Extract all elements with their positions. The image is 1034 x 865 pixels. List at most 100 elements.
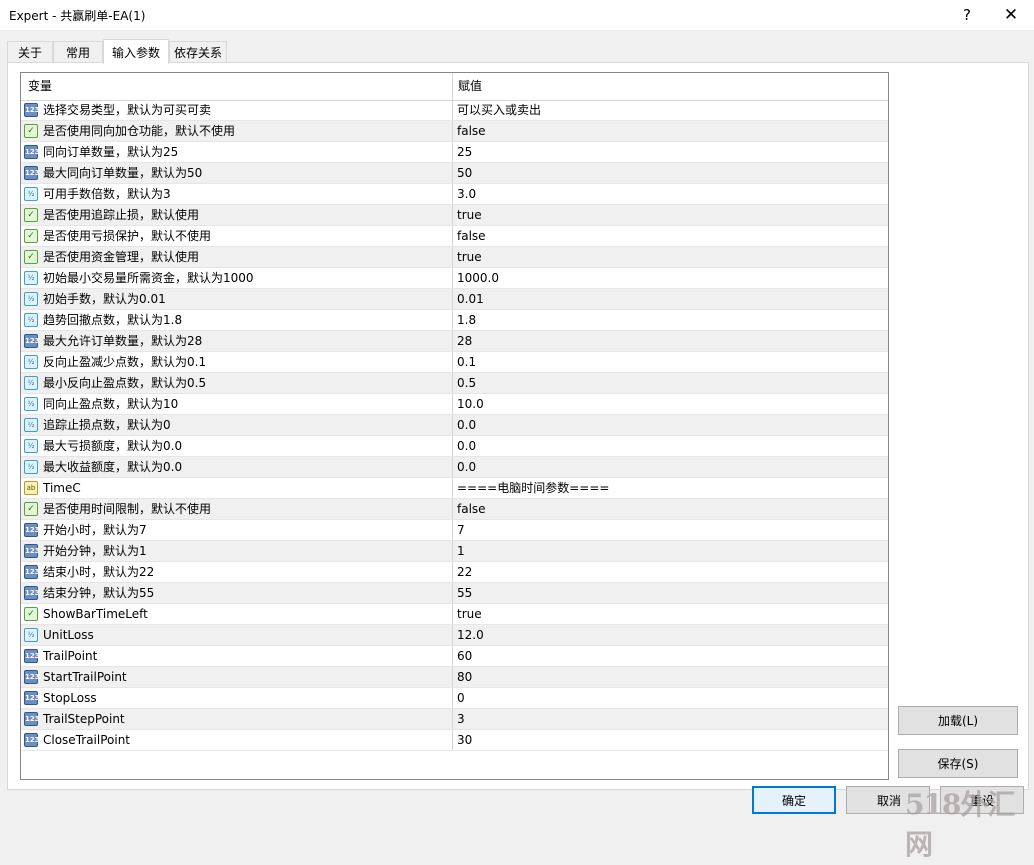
variable-cell[interactable]: 123 StartTrailPoint — [21, 667, 453, 687]
variable-cell[interactable]: 123 最大同向订单数量，默认为50 — [21, 163, 453, 183]
variable-cell[interactable]: 123 CloseTrailPoint — [21, 730, 453, 750]
variable-cell[interactable]: 123 结束分钟，默认为55 — [21, 583, 453, 603]
save-button[interactable]: 保存(S) — [898, 749, 1018, 778]
tab-inputs[interactable]: 输入参数 — [103, 39, 169, 64]
value-cell[interactable]: false — [453, 226, 888, 246]
variable-cell[interactable]: ½ 同向止盈点数，默认为10 — [21, 394, 453, 414]
value-cell[interactable]: 可以买入或卖出 — [453, 100, 888, 120]
tab-dependencies[interactable]: 依存关系 — [169, 41, 227, 62]
variable-cell[interactable]: 123 开始小时，默认为7 — [21, 520, 453, 540]
table-row[interactable]: 123 StartTrailPoint 80 — [21, 667, 888, 688]
table-row[interactable]: ✓ 是否使用时间限制，默认不使用 false — [21, 499, 888, 520]
value-cell[interactable]: 60 — [453, 646, 888, 666]
value-cell[interactable]: 80 — [453, 667, 888, 687]
variable-cell[interactable]: 123 StopLoss — [21, 688, 453, 708]
value-cell[interactable]: 3 — [453, 709, 888, 729]
table-row[interactable]: ½ 最大收益额度，默认为0.0 0.0 — [21, 457, 888, 478]
parameter-table[interactable]: 变量 赋值 123 选择交易类型，默认为可买可卖 可以买入或卖出 ✓ 是否使用同向加仓功… — [20, 72, 889, 780]
value-cell[interactable]: 0.0 — [453, 457, 888, 477]
variable-cell[interactable]: 123 最大允许订单数量，默认为28 — [21, 331, 453, 351]
table-row[interactable]: ½ 最大亏损额度，默认为0.0 0.0 — [21, 436, 888, 457]
variable-cell[interactable]: ✓ 是否使用亏损保护，默认不使用 — [21, 226, 453, 246]
table-row[interactable]: ½ 反向止盈减少点数，默认为0.1 0.1 — [21, 352, 888, 373]
table-row[interactable]: ½ 同向止盈点数，默认为10 10.0 — [21, 394, 888, 415]
load-button[interactable]: 加载(L) — [898, 706, 1018, 735]
value-cell[interactable]: false — [453, 499, 888, 519]
tab-about[interactable]: 关于 — [7, 41, 53, 62]
value-cell[interactable]: 0 — [453, 688, 888, 708]
variable-cell[interactable]: ½ 初始最小交易量所需资金，默认为1000 — [21, 268, 453, 288]
table-row[interactable]: 123 TrailPoint 60 — [21, 646, 888, 667]
value-cell[interactable]: ====电脑时间参数==== — [453, 478, 888, 498]
variable-cell[interactable]: ✓ 是否使用追踪止损，默认使用 — [21, 205, 453, 225]
variable-cell[interactable]: ab TimeC — [21, 478, 453, 498]
value-cell[interactable]: 30 — [453, 730, 888, 750]
variable-cell[interactable]: ½ 最小反向止盈点数，默认为0.5 — [21, 373, 453, 393]
tab-common[interactable]: 常用 — [53, 41, 103, 62]
help-button[interactable]: ? — [944, 0, 990, 30]
value-cell[interactable]: 12.0 — [453, 625, 888, 645]
variable-cell[interactable]: 123 TrailPoint — [21, 646, 453, 666]
table-row[interactable]: ½ 可用手数倍数，默认为3 3.0 — [21, 184, 888, 205]
variable-cell[interactable]: ½ 可用手数倍数，默认为3 — [21, 184, 453, 204]
value-cell[interactable]: 1 — [453, 541, 888, 561]
table-row[interactable]: ½ UnitLoss 12.0 — [21, 625, 888, 646]
value-cell[interactable]: 0.0 — [453, 415, 888, 435]
value-cell[interactable]: 0.1 — [453, 352, 888, 372]
table-row[interactable]: 123 TrailStepPoint 3 — [21, 709, 888, 730]
variable-cell[interactable]: 123 结束小时，默认为22 — [21, 562, 453, 582]
table-row[interactable]: 123 开始分钟，默认为1 1 — [21, 541, 888, 562]
table-row[interactable]: ½ 初始手数，默认为0.01 0.01 — [21, 289, 888, 310]
value-cell[interactable]: 28 — [453, 331, 888, 351]
variable-cell[interactable]: ✓ 是否使用时间限制，默认不使用 — [21, 499, 453, 519]
close-button[interactable]: ✕ — [988, 0, 1034, 30]
variable-cell[interactable]: ½ 初始手数，默认为0.01 — [21, 289, 453, 309]
variable-cell[interactable]: ½ 最大收益额度，默认为0.0 — [21, 457, 453, 477]
table-row[interactable]: ✓ 是否使用亏损保护，默认不使用 false — [21, 226, 888, 247]
table-row[interactable]: ✓ 是否使用追踪止损，默认使用 true — [21, 205, 888, 226]
table-row[interactable]: 123 CloseTrailPoint 30 — [21, 730, 888, 751]
value-cell[interactable]: 1.8 — [453, 310, 888, 330]
value-cell[interactable]: 50 — [453, 163, 888, 183]
value-cell[interactable]: 22 — [453, 562, 888, 582]
variable-cell[interactable]: ½ 最大亏损额度，默认为0.0 — [21, 436, 453, 456]
table-row[interactable]: 123 结束小时，默认为22 22 — [21, 562, 888, 583]
variable-cell[interactable]: ✓ 是否使用同向加仓功能，默认不使用 — [21, 121, 453, 141]
value-cell[interactable]: 7 — [453, 520, 888, 540]
value-cell[interactable]: true — [453, 205, 888, 225]
table-row[interactable]: 123 结束分钟，默认为55 55 — [21, 583, 888, 604]
value-cell[interactable]: 0.5 — [453, 373, 888, 393]
value-cell[interactable]: 55 — [453, 583, 888, 603]
column-header-value[interactable]: 赋值 — [453, 73, 888, 100]
value-cell[interactable]: 10.0 — [453, 394, 888, 414]
column-header-variable[interactable]: 变量 — [21, 73, 453, 100]
variable-cell[interactable]: ✓ ShowBarTimeLeft — [21, 604, 453, 624]
table-row[interactable]: ½ 趋势回撤点数，默认为1.8 1.8 — [21, 310, 888, 331]
table-row[interactable]: 123 开始小时，默认为7 7 — [21, 520, 888, 541]
variable-cell[interactable]: ½ 追踪止损点数，默认为0 — [21, 415, 453, 435]
value-cell[interactable]: 0.0 — [453, 436, 888, 456]
table-row[interactable]: ab TimeC ====电脑时间参数==== — [21, 478, 888, 499]
table-row[interactable]: 123 同向订单数量，默认为25 25 — [21, 142, 888, 163]
value-cell[interactable]: 1000.0 — [453, 268, 888, 288]
ok-button[interactable]: 确定 — [752, 786, 836, 814]
value-cell[interactable]: true — [453, 247, 888, 267]
variable-cell[interactable]: ✓ 是否使用资金管理，默认使用 — [21, 247, 453, 267]
variable-cell[interactable]: ½ 反向止盈减少点数，默认为0.1 — [21, 352, 453, 372]
variable-cell[interactable]: 123 TrailStepPoint — [21, 709, 453, 729]
table-row[interactable]: ½ 追踪止损点数，默认为0 0.0 — [21, 415, 888, 436]
value-cell[interactable]: false — [453, 121, 888, 141]
table-row[interactable]: ✓ 是否使用资金管理，默认使用 true — [21, 247, 888, 268]
table-row[interactable]: 123 StopLoss 0 — [21, 688, 888, 709]
table-row[interactable]: ½ 最小反向止盈点数，默认为0.5 0.5 — [21, 373, 888, 394]
variable-cell[interactable]: 123 同向订单数量，默认为25 — [21, 142, 453, 162]
variable-cell[interactable]: ½ UnitLoss — [21, 625, 453, 645]
table-row[interactable]: 123 最大允许订单数量，默认为28 28 — [21, 331, 888, 352]
value-cell[interactable]: 0.01 — [453, 289, 888, 309]
variable-cell[interactable]: 123 选择交易类型，默认为可买可卖 — [21, 100, 453, 120]
value-cell[interactable]: true — [453, 604, 888, 624]
table-row[interactable]: ✓ 是否使用同向加仓功能，默认不使用 false — [21, 121, 888, 142]
table-row[interactable]: 123 选择交易类型，默认为可买可卖 可以买入或卖出 — [21, 100, 888, 121]
table-row[interactable]: ½ 初始最小交易量所需资金，默认为1000 1000.0 — [21, 268, 888, 289]
value-cell[interactable]: 3.0 — [453, 184, 888, 204]
